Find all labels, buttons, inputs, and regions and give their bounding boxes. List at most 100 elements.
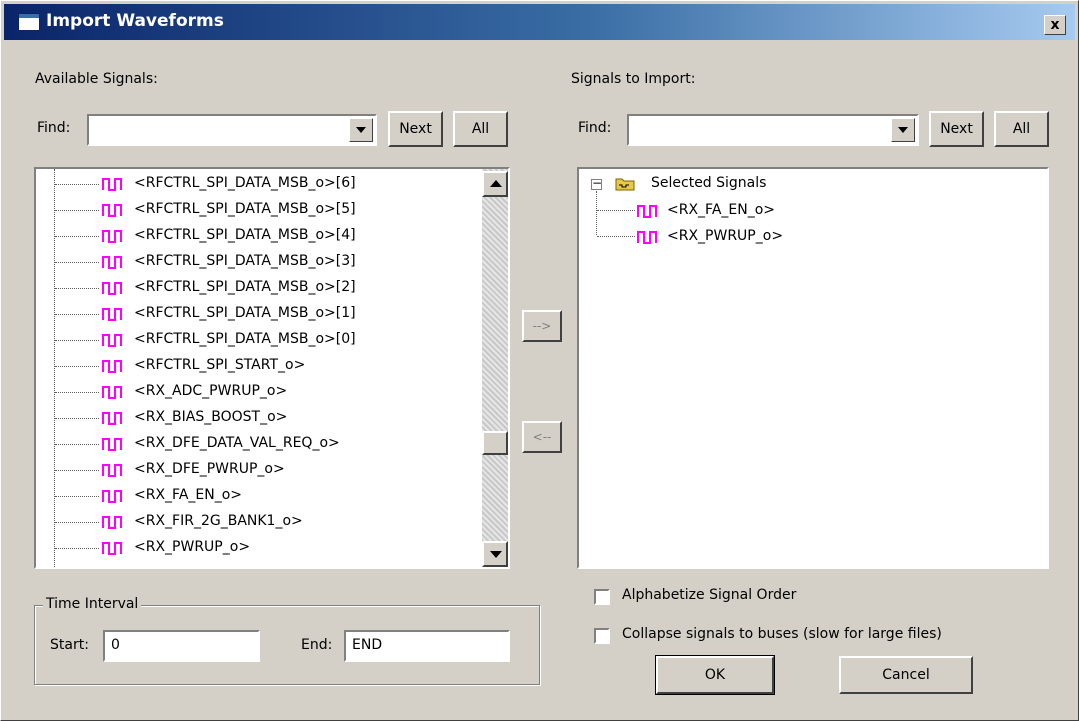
available-signal-item[interactable]: <RX_DFE_PWRUP_o>: [36, 457, 476, 483]
tree-connector: [55, 444, 99, 445]
tree-connector: [55, 314, 99, 315]
time-interval-title: Time Interval: [43, 596, 142, 612]
available-signals-scrollbar[interactable]: [482, 169, 508, 567]
signal-name: <RFCTRL_SPI_DATA_MSB_o>[2]: [134, 279, 356, 295]
start-label: Start:: [50, 637, 89, 653]
signal-name: <RFCTRL_SPI_DATA_MSB_o>[3]: [134, 253, 356, 269]
signal-name: <RX_FIR_2G_BANK1_o>: [134, 513, 303, 529]
waveform-icon: [102, 229, 124, 243]
waveform-icon: [102, 437, 124, 451]
title-bar[interactable]: Import Waveforms x: [4, 4, 1075, 40]
left-all-button[interactable]: All: [453, 111, 508, 147]
collapse-toggle-icon[interactable]: −: [591, 177, 602, 190]
tree-connector: [55, 262, 99, 263]
available-signal-item[interactable]: <RFCTRL_SPI_DATA_MSB_o>[2]: [36, 275, 476, 301]
scroll-thumb[interactable]: [482, 431, 508, 455]
window-title: Import Waveforms: [46, 11, 224, 31]
available-signal-item[interactable]: <RX_PWRUP_o>: [36, 535, 476, 561]
collapse-buses-checkbox[interactable]: [594, 628, 610, 644]
selected-signal-item[interactable]: <RX_FA_EN_o>: [579, 199, 979, 225]
tree-connector: [55, 288, 99, 289]
folder-icon: [615, 178, 635, 191]
alphabetize-label[interactable]: Alphabetize Signal Order: [622, 587, 796, 603]
end-input[interactable]: END: [344, 630, 510, 662]
scroll-down-icon[interactable]: [482, 541, 508, 567]
scroll-up-icon[interactable]: [482, 171, 508, 197]
import-waveforms-dialog: Import Waveforms x Available Signals: Fi…: [0, 0, 1079, 721]
waveform-icon: [102, 203, 124, 217]
available-signal-item[interactable]: <RX_DFE_DATA_VAL_REQ_o>: [36, 431, 476, 457]
available-signal-item[interactable]: <RFCTRL_SPI_DATA_MSB_o>[1]: [36, 301, 476, 327]
signal-name: <RX_DFE_PWRUP_o>: [134, 461, 285, 477]
available-signal-item[interactable]: <RX_ADC_PWRUP_o>: [36, 379, 476, 405]
tree-connector: [55, 236, 99, 237]
waveform-icon: [102, 255, 124, 269]
waveform-icon: [637, 230, 659, 244]
tree-connector: [55, 496, 99, 497]
signal-name: <RFCTRL_SPI_DATA_MSB_o>[4]: [134, 227, 356, 243]
signal-name: <RFCTRL_SPI_START_o>: [134, 357, 306, 373]
signal-name: <RX_BIAS_BOOST_o>: [134, 409, 288, 425]
available-signal-item[interactable]: <RFCTRL_SPI_DATA_MSB_o>[3]: [36, 249, 476, 275]
right-all-button[interactable]: All: [994, 111, 1049, 147]
tree-connector: [55, 548, 99, 549]
right-find-combo[interactable]: [627, 114, 919, 146]
tree-connector: [55, 470, 99, 471]
signal-name: <RFCTRL_SPI_DATA_MSB_o>[6]: [134, 175, 356, 191]
end-label: End:: [301, 637, 333, 653]
waveform-icon: [102, 385, 124, 399]
selected-signal-item[interactable]: <RX_PWRUP_o>: [579, 225, 979, 251]
left-find-combo[interactable]: [87, 114, 377, 146]
tree-connector: [55, 184, 99, 185]
signal-name: <RX_DFE_DATA_VAL_REQ_o>: [134, 435, 340, 451]
remove-signal-button[interactable]: <--: [522, 421, 562, 453]
tree-connector: [55, 522, 99, 523]
signal-name: <RX_PWRUP_o>: [134, 539, 251, 555]
selected-signals-root[interactable]: Selected Signals: [651, 175, 766, 191]
signal-name: <RX_FA_EN_o>: [134, 487, 243, 503]
waveform-icon: [102, 541, 124, 555]
tree-connector: [597, 210, 635, 211]
waveform-icon: [102, 489, 124, 503]
alphabetize-checkbox[interactable]: [594, 589, 610, 605]
tree-connector: [597, 236, 635, 237]
left-find-dropdown-icon[interactable]: [349, 118, 373, 142]
available-signal-item[interactable]: <RFCTRL_SPI_DATA_MSB_o>[4]: [36, 223, 476, 249]
available-signal-item[interactable]: <RFCTRL_SPI_DATA_MSB_o>[6]: [36, 171, 476, 197]
waveform-icon: [102, 333, 124, 347]
add-signal-button[interactable]: -->: [522, 310, 562, 342]
tree-connector: [55, 210, 99, 211]
right-find-dropdown-icon[interactable]: [891, 118, 915, 142]
available-signal-item[interactable]: <RFCTRL_SPI_DATA_MSB_o>[5]: [36, 197, 476, 223]
waveform-icon: [102, 307, 124, 321]
cancel-button[interactable]: Cancel: [839, 656, 973, 694]
left-find-label: Find:: [37, 120, 71, 136]
ok-button[interactable]: OK: [655, 655, 775, 695]
available-signal-item[interactable]: <RX_FA_EN_o>: [36, 483, 476, 509]
window-icon: [18, 13, 40, 31]
waveform-icon: [102, 359, 124, 373]
available-signals-heading: Available Signals:: [35, 71, 158, 87]
start-input[interactable]: 0: [103, 630, 260, 662]
tree-connector: [55, 392, 99, 393]
waveform-icon: [102, 463, 124, 477]
waveform-icon: [102, 177, 124, 191]
available-signal-item[interactable]: <RFCTRL_SPI_DATA_MSB_o>[0]: [36, 327, 476, 353]
signal-name: <RFCTRL_SPI_DATA_MSB_o>[1]: [134, 305, 356, 321]
signal-name: <RFCTRL_SPI_DATA_MSB_o>[5]: [134, 201, 356, 217]
tree-connector: [55, 340, 99, 341]
collapse-buses-label[interactable]: Collapse signals to buses (slow for larg…: [622, 626, 942, 642]
left-next-button[interactable]: Next: [388, 111, 443, 147]
waveform-icon: [637, 204, 659, 218]
available-signal-item[interactable]: <RX_BIAS_BOOST_o>: [36, 405, 476, 431]
signal-name: <RX_ADC_PWRUP_o>: [134, 383, 288, 399]
signals-to-import-tree[interactable]: − Selected Signals <RX_FA_EN_o> <RX_PWRUP…: [577, 167, 1049, 569]
available-signals-list[interactable]: <RFCTRL_SPI_DATA_MSB_o>[6] <RFCTRL_SPI_DA…: [34, 167, 510, 569]
waveform-icon: [102, 411, 124, 425]
close-button[interactable]: x: [1044, 15, 1066, 35]
right-next-button[interactable]: Next: [929, 111, 984, 147]
waveform-icon: [102, 515, 124, 529]
tree-connector: [55, 366, 99, 367]
available-signal-item[interactable]: <RX_FIR_2G_BANK1_o>: [36, 509, 476, 535]
available-signal-item[interactable]: <RFCTRL_SPI_START_o>: [36, 353, 476, 379]
